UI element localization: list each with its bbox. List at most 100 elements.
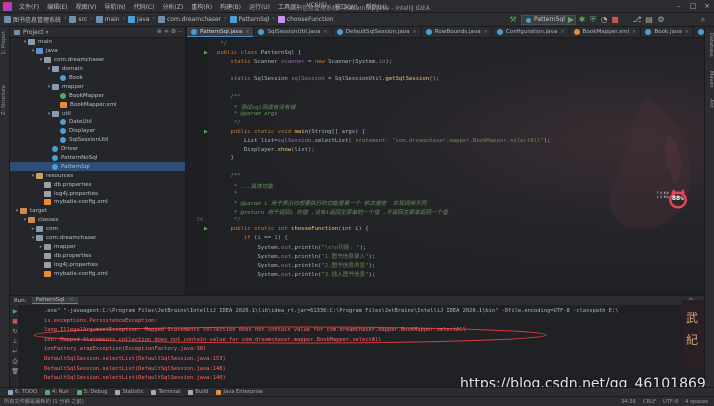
status-info-item[interactable]: UTF-8 [663,399,678,405]
code-line[interactable]: static SqlSession sqlSession = SqlSessio… [217,76,439,82]
close-icon[interactable]: × [245,29,249,35]
tree-item[interactable]: ▾ com.dreamchaser [10,56,185,65]
code-line[interactable]: System.out.println("\n\n功能: "); [217,243,366,251]
menu-item[interactable]: 视图(V) [72,2,101,11]
breadcrumb-item[interactable]: src [69,15,87,24]
code-line[interactable]: */ [217,41,227,47]
tree-item[interactable]: ▸ com [10,225,185,234]
bottom-tool-tab[interactable]: Build [188,389,208,395]
coverage-icon[interactable]: ⛨ [588,15,598,25]
tree-item[interactable]: ▾ util [10,109,185,118]
close-icon[interactable]: × [323,29,327,35]
menu-item[interactable]: 运行(U) [245,2,274,11]
tree-item[interactable]: BookMapper.xml [10,100,185,109]
close-icon[interactable]: × [700,0,714,13]
search-icon[interactable]: ⌕ [698,15,708,25]
code-line[interactable]: * @param args [217,111,278,117]
bottom-tool-tab[interactable]: Statistic [115,389,143,395]
code-line[interactable]: * @return 用于返回i 的值 ,没有i返回主菜单的一个值 ,不返回主菜单… [217,208,448,216]
tree-item[interactable]: ▾ com.dreamchaser [10,234,185,243]
status-info-item[interactable]: 34:36 [621,399,636,405]
menu-item[interactable]: 重构(R) [187,2,216,11]
debug-icon[interactable]: ✱ [577,15,587,25]
code-line[interactable]: static Scanner scanner = new Scanner(Sys… [217,59,392,65]
tree-item[interactable]: log4j.properties [10,189,185,198]
code-line[interactable]: */ [217,120,241,126]
project-tool-tab[interactable]: 1: Project [1,31,9,55]
tree-item[interactable]: ▸ mapper [10,242,185,251]
ant-tool-tab[interactable]: Ant [706,99,714,108]
editor-tab[interactable]: PatternSql.java × [187,27,255,37]
rerun-icon[interactable]: ▶ [11,308,19,315]
code-line[interactable]: * [217,191,237,197]
tree-item[interactable]: db.properties [10,180,185,189]
code-editor[interactable]: 34 ▶ ▶ ▶ */public class PatternSql { static… [187,38,704,295]
structure-tool-tab[interactable]: Z: Structure [1,85,9,115]
run-icon[interactable]: ▶ [566,15,576,25]
tree-item[interactable]: ▾ main [10,38,185,47]
code-line[interactable]: /** [217,94,240,100]
editor-tab[interactable]: RowBounds.java × [422,27,493,37]
tree-item[interactable]: ▾ resources [10,171,185,180]
close-icon[interactable]: × [560,29,564,35]
menu-item[interactable]: 代码(C) [130,2,159,11]
editor-tab[interactable]: DefaultSqlSession.java × [333,27,422,37]
code-line[interactable]: if (i == 1) { [217,235,288,241]
code-line[interactable]: /** [217,173,240,179]
bottom-tool-tab[interactable]: 5: Debug [76,389,107,395]
code-line[interactable]: System.out.println("3.插入图书信息"); [217,270,375,278]
pin-icon[interactable]: ⊥ [11,338,19,345]
panel-options-icon[interactable]: ⊕ ≑ ⚙ – [157,28,181,35]
bottom-tool-tab[interactable]: 6: TODO [8,389,37,395]
run-console[interactable]: .exe" "-javaagent:C:\Program Files\JetBr… [20,305,704,387]
close-icon[interactable]: × [69,297,74,303]
breadcrumb-item[interactable]: chooseFunction [277,15,334,24]
editor-tab[interactable]: BookMapper.xml × [570,27,642,37]
hammer-icon[interactable]: ⚒ [508,15,518,25]
profile-icon[interactable]: ◔ [599,15,609,25]
soft-wrap-icon[interactable]: ↵ [11,348,19,355]
menu-item[interactable]: 构建(B) [216,2,245,11]
editor-tab[interactable]: SqlSessionUtil.java × [254,27,333,37]
project-panel-title[interactable]: Project [23,29,44,36]
tree-item[interactable]: db.properties [10,251,185,260]
tree-item[interactable]: BookMapper [10,91,185,100]
breadcrumb-item[interactable]: com.dreamchaser [157,15,221,24]
tree-item[interactable]: Driver [10,145,185,154]
minimize-icon[interactable]: – [672,0,686,13]
tree-item[interactable]: ▾ target [10,207,185,216]
project-structure-icon[interactable]: ▤ [644,15,654,25]
bottom-tool-tab[interactable]: 4: Run [45,389,69,395]
menu-item[interactable]: 导航(N) [100,2,129,11]
tree-item[interactable]: PatternNoSql [10,154,185,163]
tree-item[interactable]: DateUtil [10,118,185,127]
tree-item[interactable]: ▾ mapper [10,82,185,91]
close-icon[interactable]: × [484,29,488,35]
tree-item[interactable]: mybatis-config.xml [10,269,185,278]
maven-tool-tab[interactable]: Maven [706,71,714,88]
editor-tab[interactable]: Ibatis× [694,27,704,37]
restore-layout-icon[interactable]: ↻ [11,328,19,335]
breadcrumb-item[interactable]: PatternSql [229,15,269,24]
code-line[interactable]: */ [217,217,241,223]
code-line[interactable]: * 测试sql到底有没有错 [217,103,296,111]
editor-tab[interactable]: Configuration.java × [493,27,570,37]
status-info-item[interactable]: 4 spaces [685,399,708,405]
database-tool-tab[interactable]: Database [706,33,714,57]
code-line[interactable]: public static int chooseFunction(int i) … [217,226,368,232]
close-icon[interactable]: × [413,29,417,35]
tree-item[interactable]: ▾ domain [10,65,185,74]
bottom-tool-tab[interactable]: Java Enterprise [216,389,263,395]
run-gutter-icon[interactable]: ▶ [204,129,208,135]
menu-item[interactable]: 文件(F) [15,2,43,11]
code-line[interactable]: System.out.println("1.图书信息录入"); [217,252,375,260]
close-icon[interactable]: × [632,29,636,35]
chevron-down-icon[interactable]: ▾ [46,29,49,36]
editor-tab[interactable]: Book.java × [641,27,694,37]
run-gutter-icon[interactable]: ▶ [204,226,208,232]
code-line[interactable]: public class PatternSql { [217,50,301,56]
breadcrumb-item[interactable]: main [95,15,120,24]
stop-icon[interactable]: ■ [610,15,620,25]
tree-item[interactable]: Displayer [10,127,185,136]
settings-icon[interactable]: ⚙ [656,15,666,25]
